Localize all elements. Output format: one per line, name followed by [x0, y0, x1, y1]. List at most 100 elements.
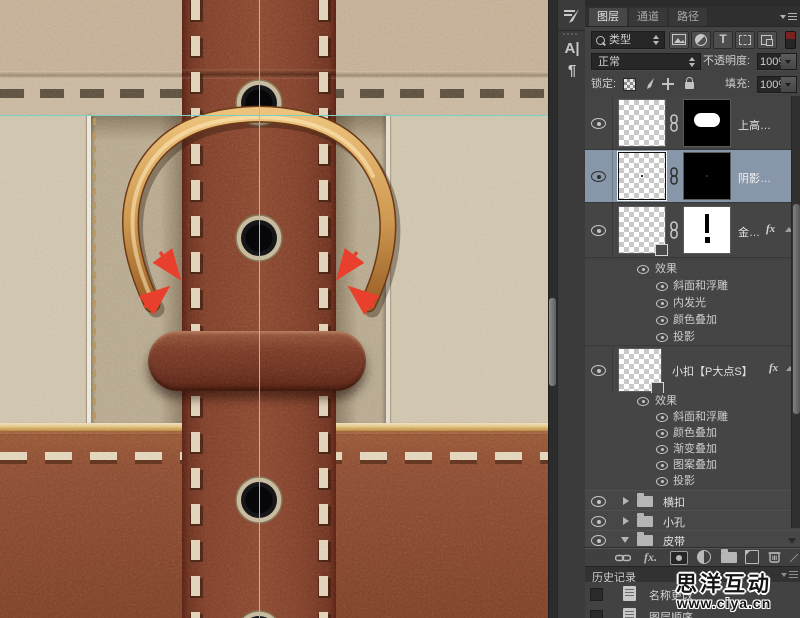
- character-panel-icon[interactable]: A|: [558, 40, 586, 57]
- blend-mode-dropdown[interactable]: 正常: [591, 53, 701, 70]
- layer-row-highlight[interactable]: 上高…: [585, 97, 800, 150]
- visibility-eye-icon[interactable]: [656, 316, 668, 325]
- visibility-eye-icon[interactable]: [591, 118, 606, 129]
- opacity-dropdown-button[interactable]: [781, 53, 797, 70]
- visibility-eye-icon[interactable]: [591, 496, 606, 507]
- layer-thumbnail[interactable]: [618, 206, 666, 254]
- visibility-eye-icon[interactable]: [637, 397, 649, 406]
- history-source-checkbox[interactable]: [590, 610, 603, 618]
- layer-thumbnail[interactable]: [618, 99, 666, 147]
- lock-position-icon[interactable]: [662, 78, 674, 90]
- vector-mask-thumbnail[interactable]: [683, 206, 731, 254]
- layer-name[interactable]: 小扣【P大点S】: [672, 363, 753, 379]
- layers-scrollbar-thumb[interactable]: [793, 204, 800, 414]
- effect-row[interactable]: 颜色叠加: [585, 312, 800, 328]
- filter-adjustment-layers-button[interactable]: [691, 31, 711, 49]
- shape-icon: [739, 35, 751, 45]
- add-mask-icon[interactable]: [670, 551, 688, 565]
- filter-type-layers-button[interactable]: T: [713, 31, 733, 49]
- visibility-eye-icon[interactable]: [656, 282, 668, 291]
- group-row-hengkou[interactable]: 横扣: [585, 490, 800, 511]
- effects-header: 效果: [655, 393, 677, 409]
- filter-shape-layers-button[interactable]: [735, 31, 755, 49]
- effect-row[interactable]: 图案叠加: [585, 457, 800, 473]
- collapse-triangle-icon[interactable]: [621, 537, 629, 543]
- filter-kind-dropdown[interactable]: 类型: [591, 31, 665, 49]
- layer-row-shadow-selected[interactable]: 阴影…: [585, 150, 800, 203]
- visibility-eye-icon[interactable]: [656, 445, 668, 454]
- document-canvas[interactable]: [0, 0, 548, 618]
- visibility-eye-icon[interactable]: [656, 299, 668, 308]
- layer-thumbnail[interactable]: [618, 348, 662, 392]
- folder-icon: [637, 496, 653, 507]
- adjustment-layer-icon[interactable]: [697, 550, 711, 564]
- dock-drag-handle[interactable]: [563, 33, 579, 35]
- effects-header-row[interactable]: 效果: [585, 261, 800, 277]
- group-name[interactable]: 横扣: [663, 494, 685, 510]
- layer-thumbnail[interactable]: [618, 152, 666, 200]
- fill-value-box[interactable]: 100%: [757, 76, 783, 93]
- panel-top-edge: [585, 0, 800, 7]
- visibility-eye-icon[interactable]: [591, 516, 606, 527]
- visibility-eye-icon[interactable]: [656, 461, 668, 470]
- visibility-eye-icon[interactable]: [591, 365, 606, 376]
- visibility-eye-icon[interactable]: [591, 225, 606, 236]
- visibility-eye-icon[interactable]: [656, 477, 668, 486]
- visibility-eye-icon[interactable]: [656, 413, 668, 422]
- lock-label: 锁定:: [591, 77, 616, 92]
- brush-presets-panel-icon[interactable]: [563, 7, 581, 30]
- effect-row[interactable]: 渐变叠加: [585, 441, 800, 457]
- fx-badge[interactable]: fx: [769, 362, 778, 374]
- visibility-eye-icon[interactable]: [591, 535, 606, 546]
- group-name[interactable]: 小孔: [663, 514, 685, 530]
- effect-row[interactable]: 颜色叠加: [585, 425, 800, 441]
- tab-paths[interactable]: 路径: [669, 8, 707, 26]
- mask-link-chain-icon[interactable]: [669, 114, 679, 137]
- effect-row[interactable]: 内发光: [585, 295, 800, 311]
- layers-scrollbar[interactable]: [791, 96, 800, 528]
- layer-row-gold[interactable]: 金… fx: [585, 203, 800, 258]
- mask-link-chain-icon[interactable]: [669, 221, 679, 244]
- filtering-on-off-toggle[interactable]: [785, 31, 796, 49]
- history-source-checkbox[interactable]: [590, 588, 603, 601]
- visibility-eye-icon[interactable]: [637, 265, 649, 274]
- scroll-down-icon[interactable]: [788, 538, 796, 544]
- panel-menu-icon[interactable]: [780, 13, 796, 22]
- visibility-eye-icon[interactable]: [656, 429, 668, 438]
- filter-pixel-layers-button[interactable]: [669, 31, 689, 49]
- fx-badge[interactable]: fx: [766, 223, 775, 235]
- layer-name[interactable]: 上高…: [738, 117, 771, 133]
- group-row-xiaokong[interactable]: 小孔: [585, 510, 800, 531]
- lock-transparency-icon[interactable]: [623, 78, 636, 91]
- effect-row[interactable]: 斜面和浮雕: [585, 278, 800, 294]
- visibility-eye-icon[interactable]: [591, 171, 606, 182]
- lock-image-brush-icon[interactable]: [643, 77, 656, 95]
- layer-mask-thumbnail[interactable]: [683, 152, 731, 200]
- resize-grip-icon[interactable]: [790, 554, 798, 562]
- lock-all-icon[interactable]: [685, 82, 694, 89]
- paragraph-panel-icon[interactable]: ¶: [558, 62, 586, 79]
- effects-header-row[interactable]: 效果: [585, 393, 800, 409]
- tab-layers[interactable]: 图层: [589, 8, 627, 26]
- effect-row[interactable]: 投影: [585, 473, 800, 489]
- filter-smart-objects-button[interactable]: [757, 31, 777, 49]
- effect-row[interactable]: 斜面和浮雕: [585, 409, 800, 425]
- layer-row-buckle[interactable]: 小扣【P大点S】 fx: [585, 347, 800, 394]
- effect-row[interactable]: 投影: [585, 329, 800, 346]
- new-group-icon[interactable]: [721, 552, 737, 563]
- layer-name[interactable]: 阴影…: [738, 170, 771, 186]
- new-layer-icon[interactable]: [745, 550, 759, 564]
- expand-triangle-icon[interactable]: [623, 517, 629, 525]
- opacity-value-box[interactable]: 100%: [757, 53, 783, 70]
- document-scrollbar-thumb[interactable]: [549, 298, 556, 386]
- expand-triangle-icon[interactable]: [623, 497, 629, 505]
- fill-dropdown-button[interactable]: [781, 76, 797, 93]
- history-state-icon: [623, 608, 636, 618]
- mask-link-chain-icon[interactable]: [669, 167, 679, 190]
- layer-mask-thumbnail[interactable]: [683, 99, 731, 147]
- visibility-eye-icon[interactable]: [656, 333, 668, 342]
- layer-name[interactable]: 金…: [738, 224, 760, 240]
- tab-channels[interactable]: 通道: [629, 8, 667, 26]
- smart-object-badge: [655, 244, 668, 256]
- layer-style-fx-icon[interactable]: fx.: [644, 550, 657, 565]
